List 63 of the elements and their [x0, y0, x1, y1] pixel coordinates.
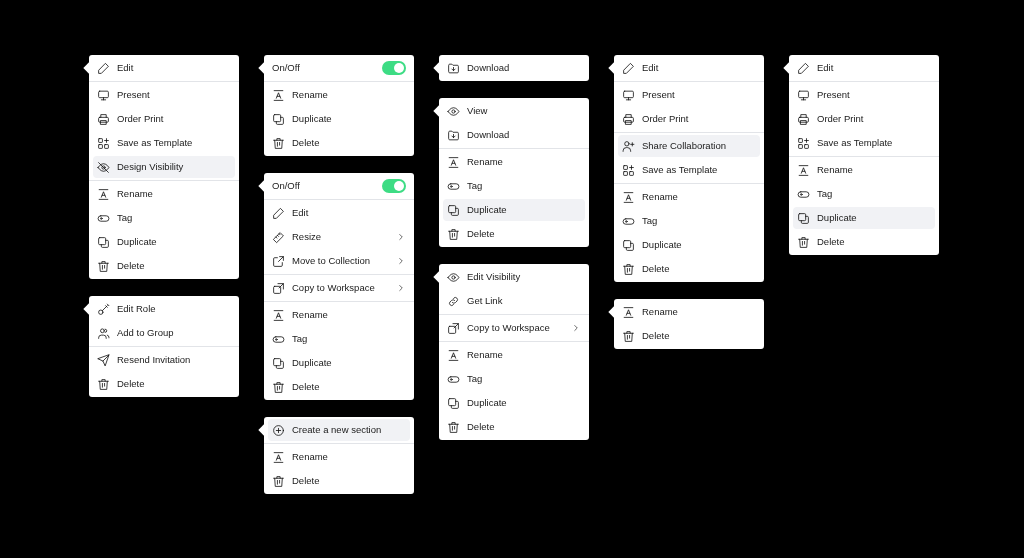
external-link-icon — [272, 254, 285, 268]
copy-icon — [272, 112, 285, 126]
text-icon — [622, 190, 635, 204]
pencil-icon — [797, 61, 810, 75]
text-icon — [797, 163, 810, 177]
copy-icon — [447, 203, 460, 217]
eye-slash-icon — [97, 160, 110, 174]
pencil-icon — [622, 61, 635, 75]
key-icon — [97, 302, 110, 316]
toggle-label: On/Off — [272, 178, 301, 193]
trash-icon — [447, 420, 460, 434]
trash-icon — [447, 227, 460, 241]
text-icon — [272, 88, 285, 102]
toggle-switch[interactable] — [382, 179, 406, 193]
trash-icon — [622, 329, 635, 343]
trash-icon — [272, 136, 285, 150]
text-icon — [272, 450, 285, 464]
text-icon — [97, 187, 110, 201]
copy-out-icon — [447, 321, 460, 335]
pencil-icon — [97, 61, 110, 75]
monitor-icon — [622, 88, 635, 102]
monitor-icon — [97, 88, 110, 102]
menu-item[interactable]: Create a new section — [268, 419, 410, 441]
trash-icon — [97, 259, 110, 273]
text-icon — [272, 308, 285, 322]
squares-plus-icon — [622, 163, 635, 177]
user-plus-icon — [622, 139, 635, 153]
eye-icon — [447, 270, 460, 284]
copy-icon — [797, 211, 810, 225]
folder-download-icon — [447, 128, 460, 142]
ruler-icon — [272, 230, 285, 244]
send-icon — [97, 353, 110, 367]
pencil-icon — [272, 206, 285, 220]
printer-icon — [97, 112, 110, 126]
monitor-icon — [797, 88, 810, 102]
toggle-label: On/Off — [272, 60, 301, 75]
squares-plus-icon — [97, 136, 110, 150]
trash-icon — [622, 262, 635, 276]
printer-icon — [797, 112, 810, 126]
trash-icon — [272, 474, 285, 488]
trash-icon — [797, 235, 810, 249]
eye-icon — [447, 104, 460, 118]
squares-plus-icon — [797, 136, 810, 150]
copy-icon — [622, 238, 635, 252]
menu-item[interactable]: Duplicate — [793, 207, 935, 229]
link-icon — [447, 294, 460, 308]
text-icon — [447, 348, 460, 362]
menu-item[interactable]: Share Collaboration — [618, 135, 760, 157]
trash-icon — [272, 380, 285, 394]
text-icon — [622, 305, 635, 319]
menu-item[interactable]: Duplicate — [443, 199, 585, 221]
printer-icon — [622, 112, 635, 126]
trash-icon — [97, 377, 110, 391]
copy-icon — [272, 356, 285, 370]
text-icon — [447, 155, 460, 169]
toggle-switch[interactable] — [382, 61, 406, 75]
users-icon — [97, 326, 110, 340]
folder-download-icon — [447, 61, 460, 75]
menu-item[interactable]: Design Visibility — [93, 156, 235, 178]
plus-circle-icon — [272, 423, 285, 437]
copy-out-icon — [272, 281, 285, 295]
copy-icon — [447, 396, 460, 410]
copy-icon — [97, 235, 110, 249]
